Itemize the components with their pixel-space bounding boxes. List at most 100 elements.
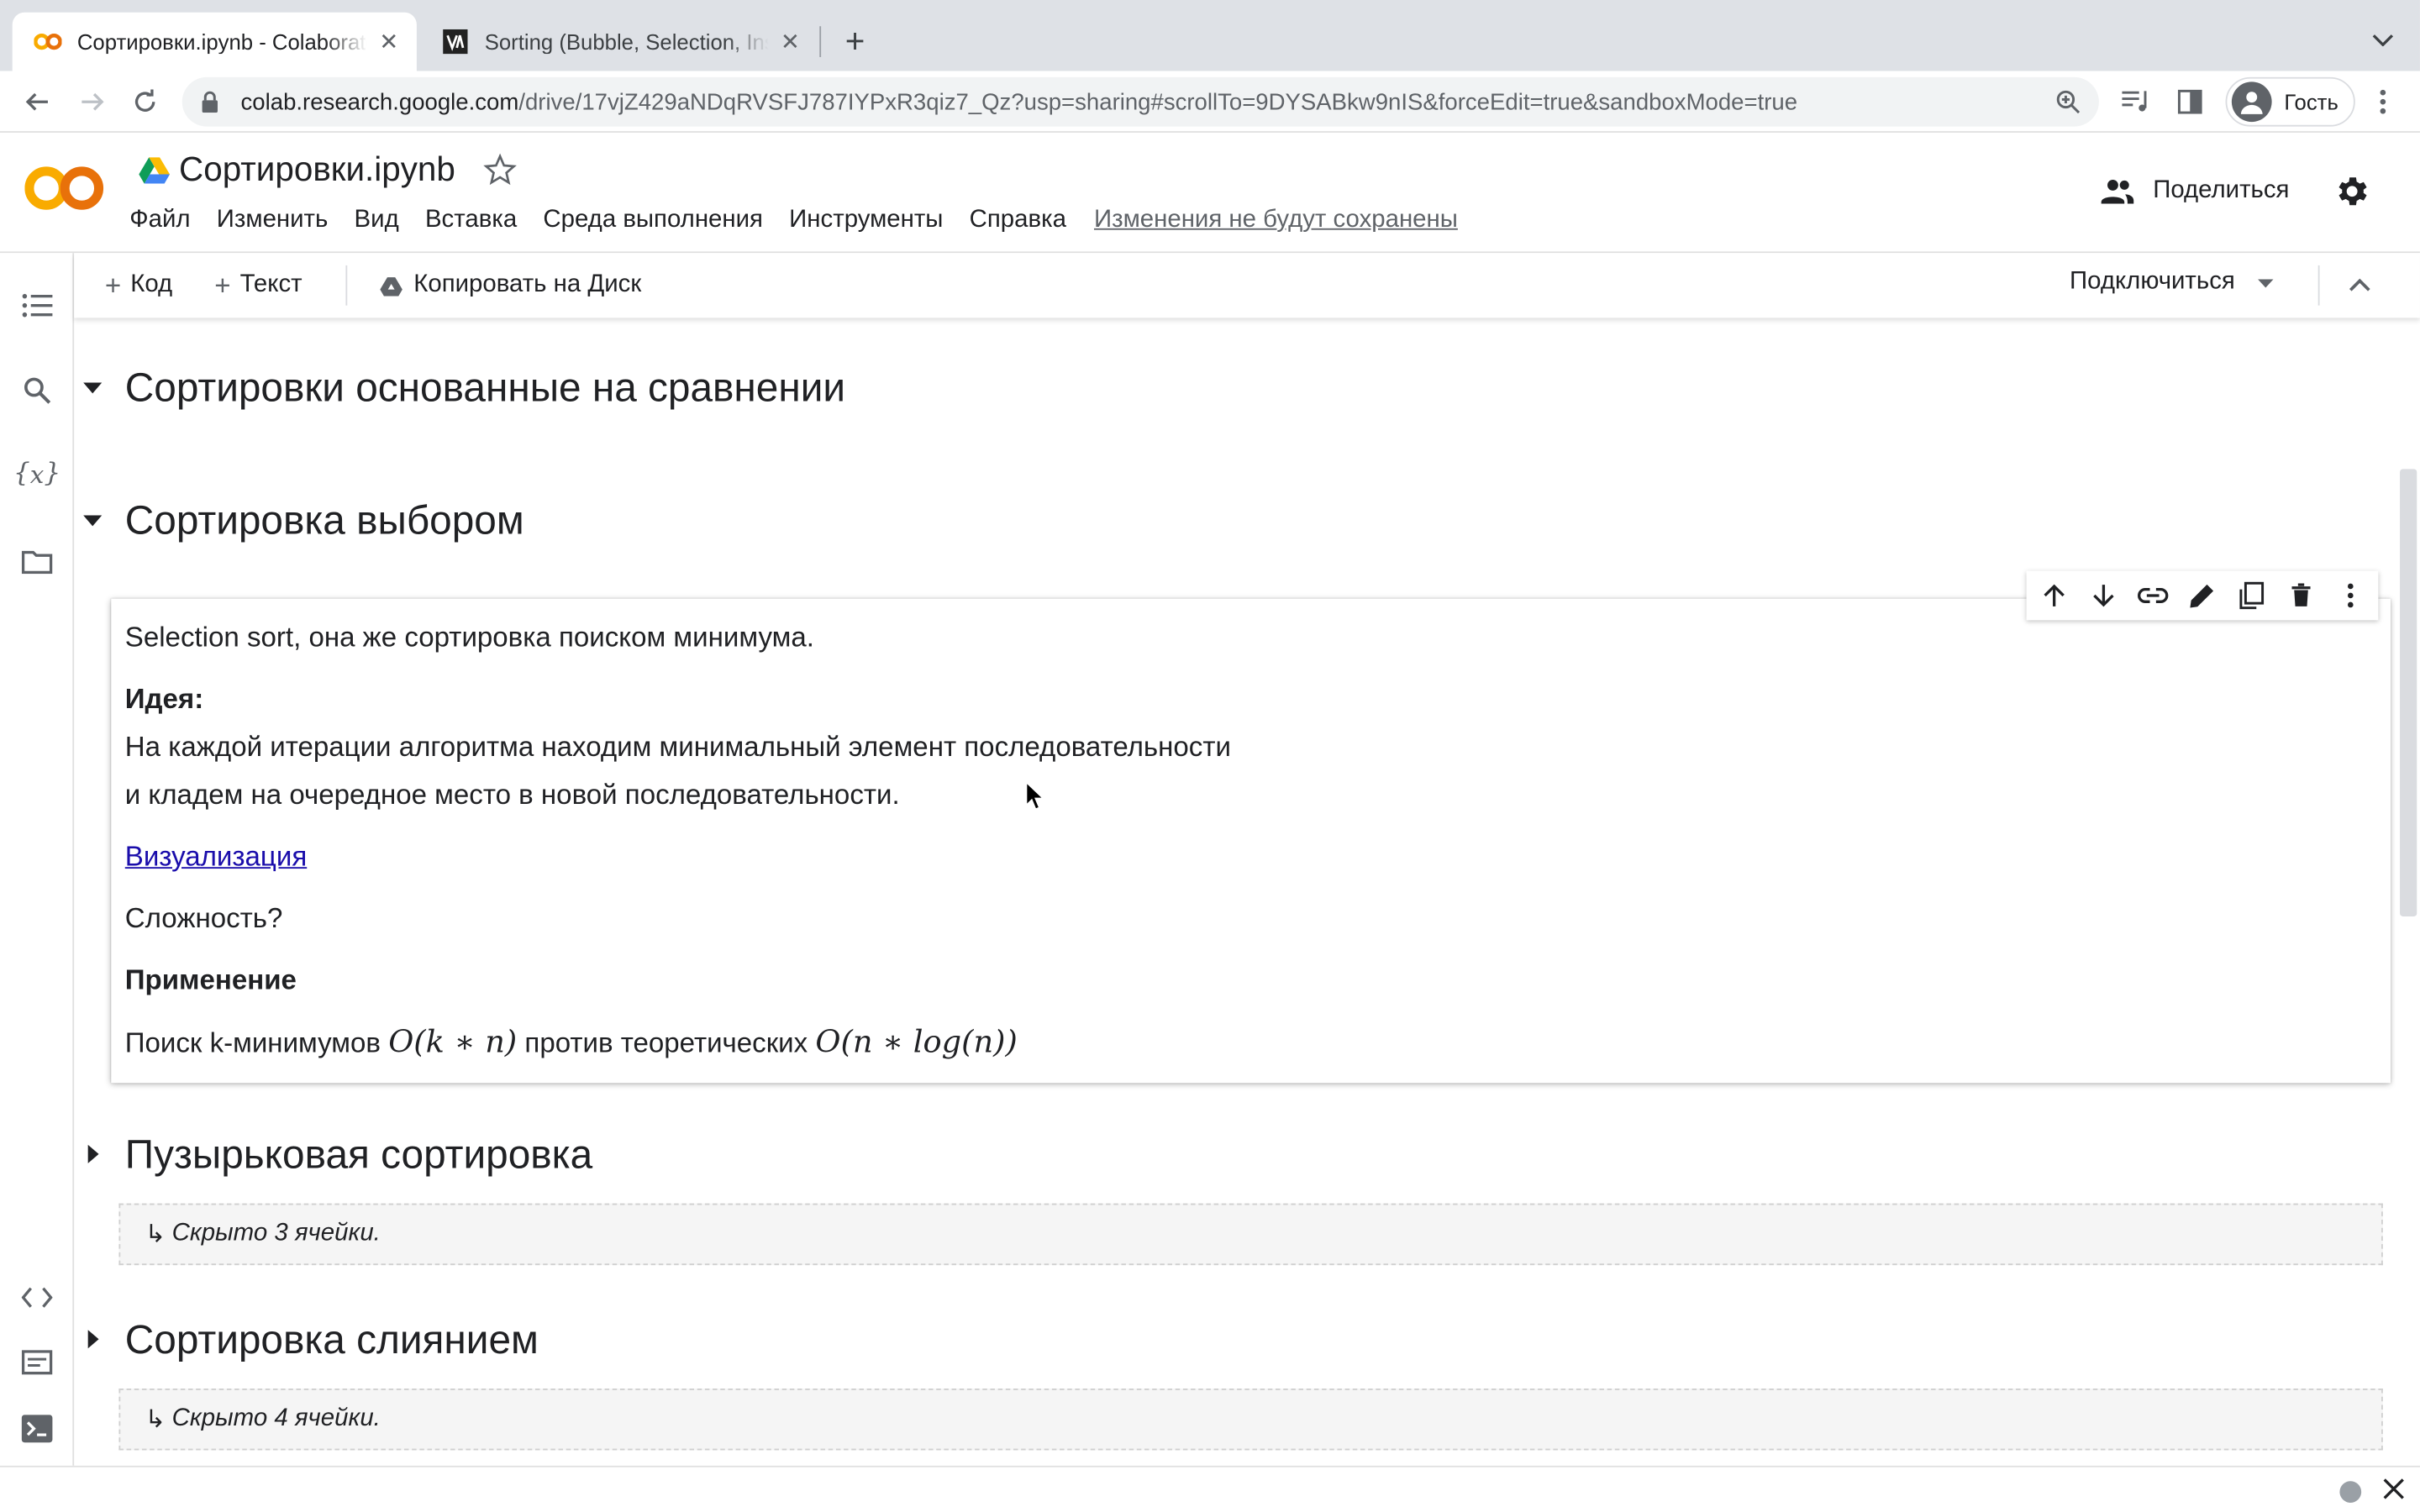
vertical-scrollbar[interactable] — [2395, 318, 2420, 1466]
dropdown-caret-icon[interactable] — [2257, 273, 2275, 291]
copy-to-drive-button[interactable]: Копировать на Диск — [380, 269, 641, 302]
mirror-cell-icon[interactable] — [2236, 580, 2267, 612]
section-collapsed-triangle-icon[interactable] — [81, 1142, 105, 1166]
idea-line-1: На каждой итерации алгоритма находим мин… — [124, 731, 1231, 763]
hidden-arrow-icon: ↳ — [145, 1407, 166, 1434]
toolbar-divider — [345, 265, 348, 306]
hidden-cells-note: Скрыто 4 ячейки. — [171, 1405, 381, 1432]
notebook-toolbar: + Код + Текст Копировать на Диск Подключ… — [74, 253, 2420, 318]
idea-label: Идея: — [124, 683, 204, 715]
add-text-cell-button[interactable]: + Текст — [214, 269, 302, 302]
visualization-link-row: Визуализация — [125, 841, 307, 874]
section-heading: Пузырьковая сортировка — [124, 1130, 593, 1177]
cell-toolbar — [2026, 570, 2379, 621]
new-tab-plus-icon[interactable]: + — [836, 22, 873, 60]
menu-runtime[interactable]: Среда выполнения — [543, 207, 763, 234]
section-heading: Сортировки основанные на сравнении — [124, 363, 846, 410]
lock-icon[interactable] — [201, 90, 225, 114]
status-bar — [0, 1465, 2420, 1512]
text-cell-selection-sort[interactable]: Selection sort, она же сортировка поиско… — [111, 598, 2391, 1084]
terminal-icon[interactable] — [18, 1410, 55, 1447]
delete-trash-icon[interactable] — [2286, 580, 2317, 612]
google-drive-icon[interactable] — [139, 156, 171, 184]
notebook-title[interactable]: Сортировки.ipynb — [179, 150, 455, 190]
usage-middle: против теоретических — [524, 1027, 808, 1058]
table-of-contents-icon[interactable] — [18, 287, 55, 324]
add-code-label: Код — [130, 271, 173, 298]
formula-n-log-n: O(n ∗ log(n)) — [815, 1022, 1018, 1060]
scrollbar-thumb[interactable] — [2400, 469, 2417, 916]
url-text: colab.research.google.com/drive/17vjZ429… — [241, 89, 1798, 115]
forward-arrow-icon[interactable] — [74, 83, 111, 120]
share-button[interactable]: Поделиться — [2099, 173, 2290, 210]
tab-search-chevron-icon[interactable] — [2367, 24, 2398, 55]
browser-menu-kebab-icon[interactable] — [2365, 83, 2402, 120]
close-tab-icon[interactable]: ✕ — [376, 29, 401, 55]
usage-prefix: Поиск k-минимумов — [124, 1027, 381, 1058]
runtime-status-dot-icon[interactable] — [2339, 1481, 2362, 1503]
back-arrow-icon[interactable] — [18, 83, 55, 120]
section-heading: Сортировка выбором — [124, 496, 524, 543]
menu-view[interactable]: Вид — [355, 207, 399, 234]
section-expanded-triangle-icon[interactable] — [81, 375, 105, 399]
browser-toolbar: colab.research.google.com/drive/17vjZ429… — [0, 71, 2420, 133]
reload-icon[interactable] — [127, 83, 164, 120]
plus-icon: + — [104, 269, 122, 301]
section-collapsed-triangle-icon[interactable] — [81, 1327, 105, 1352]
add-code-cell-button[interactable]: + Код — [105, 269, 172, 302]
menu-bar: Файл Изменить Вид Вставка Среда выполнен… — [129, 207, 1484, 234]
cell-intro: Selection sort, она же сортировка поиско… — [124, 622, 814, 653]
section-expanded-triangle-icon[interactable] — [81, 507, 105, 532]
idea-line-2: и кладем на очередное место в новой посл… — [124, 779, 900, 811]
settings-gear-icon[interactable] — [2333, 173, 2370, 210]
share-label: Поделиться — [2153, 177, 2290, 204]
move-cell-down-icon[interactable] — [2088, 580, 2119, 612]
hidden-cells-merge[interactable]: ↳ Скрыто 4 ячейки. — [118, 1389, 2383, 1451]
copy-to-drive-label: Копировать на Диск — [413, 271, 642, 298]
profile-button[interactable]: Гость — [2225, 76, 2355, 127]
browser-tab-visualgo[interactable]: Sorting (Bubble, Selection, Insertion) ✕ — [420, 13, 818, 71]
connect-runtime-button[interactable]: Подключиться — [2070, 269, 2275, 297]
close-tab-icon[interactable]: ✕ — [778, 29, 802, 55]
unsaved-changes-link[interactable]: Изменения не будут сохранены — [1094, 207, 1458, 234]
zoom-magnifier-icon[interactable] — [2055, 90, 2081, 114]
media-controls-icon[interactable] — [2118, 83, 2154, 120]
people-icon — [2099, 173, 2136, 210]
browser-tab-colab[interactable]: Сортировки.ipynb - Colaboratory ✕ — [12, 12, 417, 71]
drive-icon — [380, 273, 404, 297]
address-bar[interactable]: colab.research.google.com/drive/17vjZ429… — [182, 76, 2099, 127]
edit-pencil-icon[interactable] — [2187, 580, 2218, 612]
tab-title: Sorting (Bubble, Selection, Insertion) — [484, 29, 769, 55]
code-snippets-icon[interactable] — [18, 1279, 55, 1316]
menu-help[interactable]: Справка — [970, 207, 1066, 234]
link-icon[interactable] — [2138, 580, 2169, 612]
variables-icon[interactable]: {x} — [13, 455, 60, 492]
toolbar-divider — [2317, 265, 2320, 306]
section-heading: Сортировка слиянием — [124, 1315, 539, 1362]
hidden-cells-note: Скрыто 3 ячейки. — [171, 1220, 381, 1247]
more-options-kebab-icon[interactable] — [2335, 580, 2366, 612]
side-panel-icon[interactable] — [2171, 83, 2208, 120]
complexity-question: Сложность? — [124, 902, 283, 934]
move-cell-up-icon[interactable] — [2039, 580, 2070, 612]
menu-insert[interactable]: Вставка — [425, 207, 517, 234]
visualization-link[interactable]: Визуализация — [125, 841, 307, 872]
menu-tools[interactable]: Инструменты — [789, 207, 943, 234]
avatar-icon — [2231, 81, 2272, 123]
menu-edit[interactable]: Изменить — [217, 207, 329, 234]
close-status-icon[interactable] — [2383, 1478, 2407, 1503]
colab-logo[interactable] — [24, 160, 105, 216]
folder-icon[interactable] — [18, 543, 55, 580]
star-icon[interactable] — [483, 153, 517, 186]
hidden-cells-bubble[interactable]: ↳ Скрыто 3 ячейки. — [118, 1203, 2383, 1266]
search-icon[interactable] — [18, 372, 55, 409]
url-host: colab.research.google.com — [240, 88, 519, 115]
colab-favicon-icon — [34, 28, 62, 55]
profile-label: Гость — [2284, 89, 2338, 114]
plus-icon: + — [214, 269, 231, 301]
left-sidebar: {x} — [0, 253, 75, 1466]
collapse-header-chevron-up-icon[interactable] — [2343, 269, 2376, 302]
menu-file[interactable]: Файл — [129, 207, 190, 234]
command-palette-icon[interactable] — [18, 1344, 55, 1381]
hidden-arrow-icon: ↳ — [145, 1221, 166, 1248]
